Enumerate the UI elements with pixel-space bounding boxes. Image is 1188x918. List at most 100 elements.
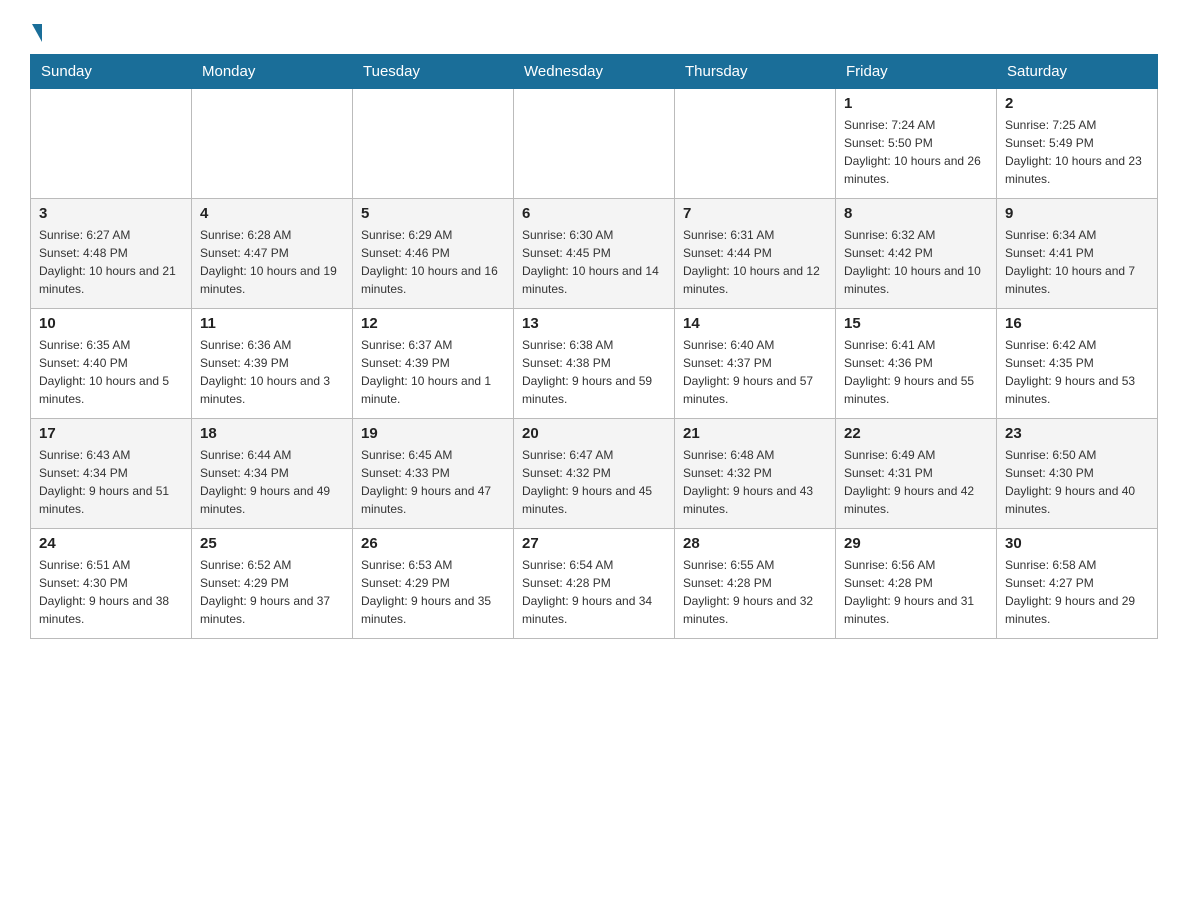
calendar-cell: 5 Sunrise: 6:29 AMSunset: 4:46 PMDaylight… bbox=[353, 199, 514, 309]
day-number: 12 bbox=[361, 315, 505, 332]
calendar-cell: 24 Sunrise: 6:51 AMSunset: 4:30 PMDayligh… bbox=[31, 529, 192, 639]
day-number: 17 bbox=[39, 425, 183, 442]
day-info: Sunrise: 6:55 AMSunset: 4:28 PMDaylight:… bbox=[683, 556, 827, 628]
calendar-cell: 25 Sunrise: 6:52 AMSunset: 4:29 PMDayligh… bbox=[192, 529, 353, 639]
day-number: 22 bbox=[844, 425, 988, 442]
day-number: 23 bbox=[1005, 425, 1149, 442]
day-info: Sunrise: 6:27 AMSunset: 4:48 PMDaylight:… bbox=[39, 226, 183, 298]
day-info: Sunrise: 6:28 AMSunset: 4:47 PMDaylight:… bbox=[200, 226, 344, 298]
calendar-cell: 26 Sunrise: 6:53 AMSunset: 4:29 PMDayligh… bbox=[353, 529, 514, 639]
day-number: 1 bbox=[844, 95, 988, 112]
calendar-cell: 30 Sunrise: 6:58 AMSunset: 4:27 PMDayligh… bbox=[997, 529, 1158, 639]
day-info: Sunrise: 6:56 AMSunset: 4:28 PMDaylight:… bbox=[844, 556, 988, 628]
day-info: Sunrise: 6:38 AMSunset: 4:38 PMDaylight:… bbox=[522, 336, 666, 408]
calendar-cell: 27Sunrise: 6:54 AMSunset: 4:28 PMDayligh… bbox=[514, 529, 675, 639]
day-info: Sunrise: 6:51 AMSunset: 4:30 PMDaylight:… bbox=[39, 556, 183, 628]
day-info: Sunrise: 6:49 AMSunset: 4:31 PMDaylight:… bbox=[844, 446, 988, 518]
calendar-cell: 19 Sunrise: 6:45 AMSunset: 4:33 PMDayligh… bbox=[353, 419, 514, 529]
calendar-cell: 15 Sunrise: 6:41 AMSunset: 4:36 PMDayligh… bbox=[836, 309, 997, 419]
day-number: 26 bbox=[361, 535, 505, 552]
day-number: 19 bbox=[361, 425, 505, 442]
weekday-header-saturday: Saturday bbox=[997, 55, 1158, 89]
day-info: Sunrise: 6:37 AMSunset: 4:39 PMDaylight:… bbox=[361, 336, 505, 408]
day-info: Sunrise: 6:44 AMSunset: 4:34 PMDaylight:… bbox=[200, 446, 344, 518]
calendar-cell: 3 Sunrise: 6:27 AMSunset: 4:48 PMDaylight… bbox=[31, 199, 192, 309]
calendar-cell: 14 Sunrise: 6:40 AMSunset: 4:37 PMDayligh… bbox=[675, 309, 836, 419]
calendar-table: SundayMondayTuesdayWednesdayThursdayFrid… bbox=[30, 54, 1158, 639]
calendar-cell: 16 Sunrise: 6:42 AMSunset: 4:35 PMDayligh… bbox=[997, 309, 1158, 419]
calendar-cell: 2Sunrise: 7:25 AMSunset: 5:49 PMDaylight… bbox=[997, 89, 1158, 199]
calendar-cell: 6 Sunrise: 6:30 AMSunset: 4:45 PMDaylight… bbox=[514, 199, 675, 309]
day-number: 6 bbox=[522, 205, 666, 222]
day-info: Sunrise: 6:30 AMSunset: 4:45 PMDaylight:… bbox=[522, 226, 666, 298]
calendar-cell: 20Sunrise: 6:47 AMSunset: 4:32 PMDayligh… bbox=[514, 419, 675, 529]
weekday-header-row: SundayMondayTuesdayWednesdayThursdayFrid… bbox=[31, 55, 1158, 89]
calendar-cell: 13 Sunrise: 6:38 AMSunset: 4:38 PMDayligh… bbox=[514, 309, 675, 419]
day-info: Sunrise: 6:35 AMSunset: 4:40 PMDaylight:… bbox=[39, 336, 183, 408]
day-number: 7 bbox=[683, 205, 827, 222]
day-number: 29 bbox=[844, 535, 988, 552]
day-info: Sunrise: 6:36 AMSunset: 4:39 PMDaylight:… bbox=[200, 336, 344, 408]
calendar-cell: 21 Sunrise: 6:48 AMSunset: 4:32 PMDayligh… bbox=[675, 419, 836, 529]
day-number: 16 bbox=[1005, 315, 1149, 332]
day-number: 9 bbox=[1005, 205, 1149, 222]
logo-triangle-icon bbox=[32, 24, 42, 42]
day-number: 15 bbox=[844, 315, 988, 332]
calendar-week-row: 1 Sunrise: 7:24 AMSunset: 5:50 PMDaylight… bbox=[31, 89, 1158, 199]
day-info: Sunrise: 6:31 AMSunset: 4:44 PMDaylight:… bbox=[683, 226, 827, 298]
weekday-header-thursday: Thursday bbox=[675, 55, 836, 89]
day-number: 13 bbox=[522, 315, 666, 332]
weekday-header-tuesday: Tuesday bbox=[353, 55, 514, 89]
weekday-header-sunday: Sunday bbox=[31, 55, 192, 89]
calendar-cell bbox=[675, 89, 836, 199]
day-info: Sunrise: 6:50 AMSunset: 4:30 PMDaylight:… bbox=[1005, 446, 1149, 518]
calendar-cell: 1 Sunrise: 7:24 AMSunset: 5:50 PMDaylight… bbox=[836, 89, 997, 199]
day-number: 14 bbox=[683, 315, 827, 332]
day-info: Sunrise: 6:29 AMSunset: 4:46 PMDaylight:… bbox=[361, 226, 505, 298]
weekday-header-wednesday: Wednesday bbox=[514, 55, 675, 89]
calendar-cell: 18 Sunrise: 6:44 AMSunset: 4:34 PMDayligh… bbox=[192, 419, 353, 529]
day-number: 10 bbox=[39, 315, 183, 332]
day-info: Sunrise: 6:48 AMSunset: 4:32 PMDaylight:… bbox=[683, 446, 827, 518]
page-header bbox=[30, 24, 1158, 38]
calendar-cell: 17Sunrise: 6:43 AMSunset: 4:34 PMDayligh… bbox=[31, 419, 192, 529]
day-info: Sunrise: 6:41 AMSunset: 4:36 PMDaylight:… bbox=[844, 336, 988, 408]
calendar-cell: 7 Sunrise: 6:31 AMSunset: 4:44 PMDaylight… bbox=[675, 199, 836, 309]
day-info: Sunrise: 7:25 AMSunset: 5:49 PMDaylight:… bbox=[1005, 116, 1149, 188]
day-info: Sunrise: 6:34 AMSunset: 4:41 PMDaylight:… bbox=[1005, 226, 1149, 298]
day-number: 20 bbox=[522, 425, 666, 442]
day-info: Sunrise: 6:58 AMSunset: 4:27 PMDaylight:… bbox=[1005, 556, 1149, 628]
day-number: 3 bbox=[39, 205, 183, 222]
weekday-header-monday: Monday bbox=[192, 55, 353, 89]
calendar-cell: 12 Sunrise: 6:37 AMSunset: 4:39 PMDayligh… bbox=[353, 309, 514, 419]
day-info: Sunrise: 6:42 AMSunset: 4:35 PMDaylight:… bbox=[1005, 336, 1149, 408]
calendar-cell: 28Sunrise: 6:55 AMSunset: 4:28 PMDayligh… bbox=[675, 529, 836, 639]
day-number: 4 bbox=[200, 205, 344, 222]
day-number: 25 bbox=[200, 535, 344, 552]
day-info: Sunrise: 6:45 AMSunset: 4:33 PMDaylight:… bbox=[361, 446, 505, 518]
calendar-cell: 11Sunrise: 6:36 AMSunset: 4:39 PMDayligh… bbox=[192, 309, 353, 419]
calendar-cell: 4 Sunrise: 6:28 AMSunset: 4:47 PMDaylight… bbox=[192, 199, 353, 309]
calendar-cell: 9 Sunrise: 6:34 AMSunset: 4:41 PMDaylight… bbox=[997, 199, 1158, 309]
calendar-cell: 23 Sunrise: 6:50 AMSunset: 4:30 PMDayligh… bbox=[997, 419, 1158, 529]
day-number: 24 bbox=[39, 535, 183, 552]
day-number: 8 bbox=[844, 205, 988, 222]
day-info: Sunrise: 6:53 AMSunset: 4:29 PMDaylight:… bbox=[361, 556, 505, 628]
day-number: 5 bbox=[361, 205, 505, 222]
day-number: 18 bbox=[200, 425, 344, 442]
day-number: 21 bbox=[683, 425, 827, 442]
day-info: Sunrise: 6:40 AMSunset: 4:37 PMDaylight:… bbox=[683, 336, 827, 408]
calendar-cell: 10 Sunrise: 6:35 AMSunset: 4:40 PMDayligh… bbox=[31, 309, 192, 419]
calendar-week-row: 10 Sunrise: 6:35 AMSunset: 4:40 PMDayligh… bbox=[31, 309, 1158, 419]
day-info: Sunrise: 6:54 AMSunset: 4:28 PMDaylight:… bbox=[522, 556, 666, 628]
calendar-cell bbox=[353, 89, 514, 199]
day-number: 30 bbox=[1005, 535, 1149, 552]
day-info: Sunrise: 7:24 AMSunset: 5:50 PMDaylight:… bbox=[844, 116, 988, 188]
day-info: Sunrise: 6:52 AMSunset: 4:29 PMDaylight:… bbox=[200, 556, 344, 628]
calendar-cell: 22 Sunrise: 6:49 AMSunset: 4:31 PMDayligh… bbox=[836, 419, 997, 529]
calendar-cell bbox=[192, 89, 353, 199]
calendar-cell: 8Sunrise: 6:32 AMSunset: 4:42 PMDaylight… bbox=[836, 199, 997, 309]
logo bbox=[30, 24, 44, 38]
calendar-week-row: 3 Sunrise: 6:27 AMSunset: 4:48 PMDaylight… bbox=[31, 199, 1158, 309]
weekday-header-friday: Friday bbox=[836, 55, 997, 89]
